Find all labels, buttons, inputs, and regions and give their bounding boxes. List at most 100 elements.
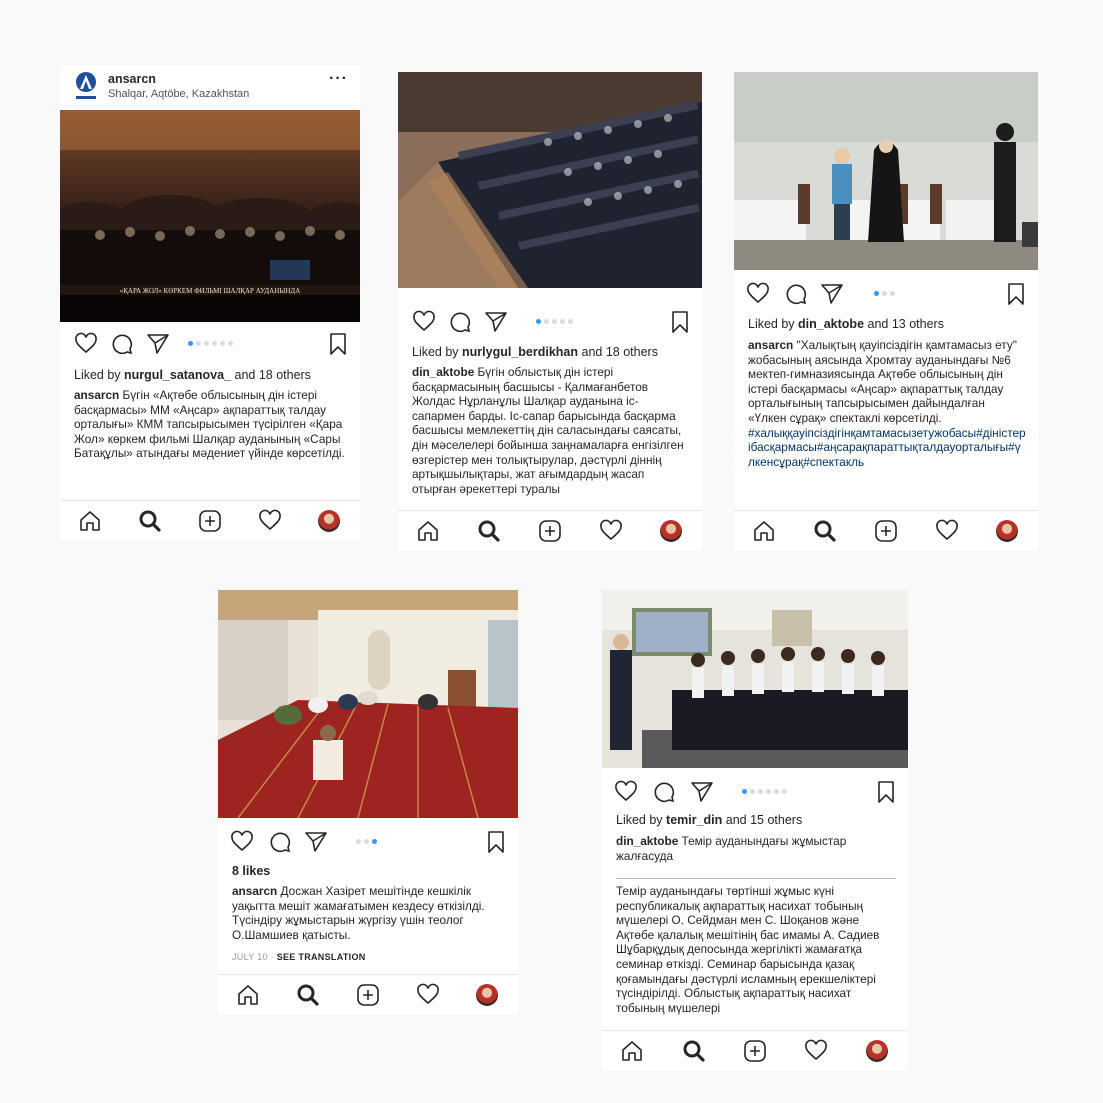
bookmark-icon[interactable] [326,332,350,356]
share-icon[interactable] [484,310,508,334]
search-icon[interactable] [296,983,320,1007]
activity-heart-icon[interactable] [416,983,440,1007]
profile-avatar-icon[interactable] [318,510,340,532]
caption-username[interactable]: ansarcn [74,388,119,402]
share-icon[interactable] [690,780,714,804]
carousel-dot [552,319,557,324]
share-icon[interactable] [304,830,328,854]
new-post-icon[interactable] [743,1039,767,1063]
home-icon[interactable] [416,519,440,543]
activity-heart-icon[interactable] [258,509,282,533]
liked-suffix[interactable]: and 18 others [578,345,658,359]
caption-username[interactable]: din_aktobe [412,365,474,379]
post-actions [734,282,1038,312]
bookmark-icon[interactable] [668,310,692,334]
search-icon[interactable] [682,1039,706,1063]
share-icon[interactable] [146,332,170,356]
home-icon[interactable] [620,1039,644,1063]
carousel-dot [372,839,377,844]
caption-divider [616,878,896,879]
photo-caption-text: «ҚАРА ЖОЛ» КӨРКЕМ ФИЛЬМІ ШАЛҚАР АУДАНЫНД… [120,287,301,295]
caption-username[interactable]: din_aktobe [616,834,678,848]
home-icon[interactable] [236,983,260,1007]
comment-icon[interactable] [110,332,134,356]
liked-prefix: Liked by [748,317,799,331]
heart-icon[interactable] [614,780,638,804]
comment-icon[interactable] [652,780,676,804]
activity-heart-icon[interactable] [804,1039,828,1063]
post-location[interactable]: Shalqar, Aqtöbe, Kazakhstan [108,88,249,100]
carousel-dot [196,341,201,346]
carousel-dot [742,789,747,794]
bookmark-icon[interactable] [1004,282,1028,306]
bookmark-icon[interactable] [484,830,508,854]
liked-suffix[interactable]: and 13 others [864,317,944,331]
liked-user-link[interactable]: nurlygul_berdikhan [462,345,578,359]
likes-count-text[interactable]: 8 likes [232,864,270,878]
liked-suffix[interactable]: and 18 others [231,368,310,382]
new-post-icon[interactable] [538,519,562,543]
new-post-icon[interactable] [874,519,898,543]
post-date: JULY 10 · SEE TRANSLATION [232,952,366,962]
home-icon[interactable] [78,509,102,533]
search-icon[interactable] [477,519,501,543]
liked-prefix: Liked by [74,368,125,382]
carousel-indicator [356,839,377,844]
activity-heart-icon[interactable] [935,519,959,543]
more-options-icon[interactable]: ··· [329,70,348,88]
home-icon[interactable] [752,519,776,543]
audience-photo: «ҚАРА ЖОЛ» КӨРКЕМ ФИЛЬМІ ШАЛҚАР АУДАНЫНД… [60,110,360,322]
caption-hashtags[interactable]: #халыққауіпсіздігінқамтамасызетужобасы#д… [748,426,1026,470]
profile-avatar-icon[interactable] [476,984,498,1006]
search-icon[interactable] [138,509,162,533]
search-icon[interactable] [813,519,837,543]
profile-avatar-icon[interactable] [866,1040,888,1062]
post-caption: ansarcn "Халықтың қауіпсіздігін қамтамас… [748,338,1026,506]
comment-icon[interactable] [784,282,808,306]
liked-user-link[interactable]: nurgul_satanova_ [124,368,231,382]
post-photo [734,72,1038,270]
liked-user-link[interactable]: temir_din [666,813,722,827]
ansar-logo-icon [76,72,96,99]
liked-by: Liked by din_aktobe and 13 others [748,317,1028,331]
new-post-icon[interactable] [198,509,222,533]
carousel-dot [204,341,209,346]
carousel-indicator [874,291,895,296]
new-post-icon[interactable] [356,983,380,1007]
post-body-text: Темір ауданындағы төртінші жұмыс күні ре… [616,884,896,1026]
post-date-text: JULY 10 [232,952,268,962]
liked-user-link[interactable]: din_aktobe [798,317,864,331]
post-actions [602,780,908,810]
carousel-dot [364,839,369,844]
bottom-nav [602,1030,908,1070]
carousel-dot [758,789,763,794]
liked-suffix[interactable]: and 15 others [722,813,802,827]
comment-icon[interactable] [268,830,292,854]
stage-play-photo [734,72,1038,270]
carousel-dot [560,319,565,324]
post-photo [398,72,702,288]
carousel-dot [356,839,361,844]
carousel-indicator [536,319,573,324]
activity-heart-icon[interactable] [599,519,623,543]
liked-by: Liked by temir_din and 15 others [616,813,898,827]
post-username[interactable]: ansarcn [108,72,156,86]
share-icon[interactable] [820,282,844,306]
heart-icon[interactable] [746,282,770,306]
likes-count[interactable]: 8 likes [232,864,508,878]
liked-by: Liked by nurgul_satanova_ and 18 others [74,368,350,382]
profile-avatar-icon[interactable] [996,520,1018,542]
caption-username[interactable]: ansarcn [232,884,277,898]
carousel-dot [188,341,193,346]
post-card-5: Liked by temir_din and 15 others din_akt… [602,590,908,1070]
comment-icon[interactable] [448,310,472,334]
classroom-seminar-photo [602,590,908,768]
see-translation-link[interactable]: SEE TRANSLATION [277,952,366,962]
bookmark-icon[interactable] [874,780,898,804]
post-photo [218,590,518,818]
heart-icon[interactable] [74,332,98,356]
caption-username[interactable]: ansarcn [748,338,793,352]
profile-avatar-icon[interactable] [660,520,682,542]
heart-icon[interactable] [412,310,436,334]
heart-icon[interactable] [230,830,254,854]
